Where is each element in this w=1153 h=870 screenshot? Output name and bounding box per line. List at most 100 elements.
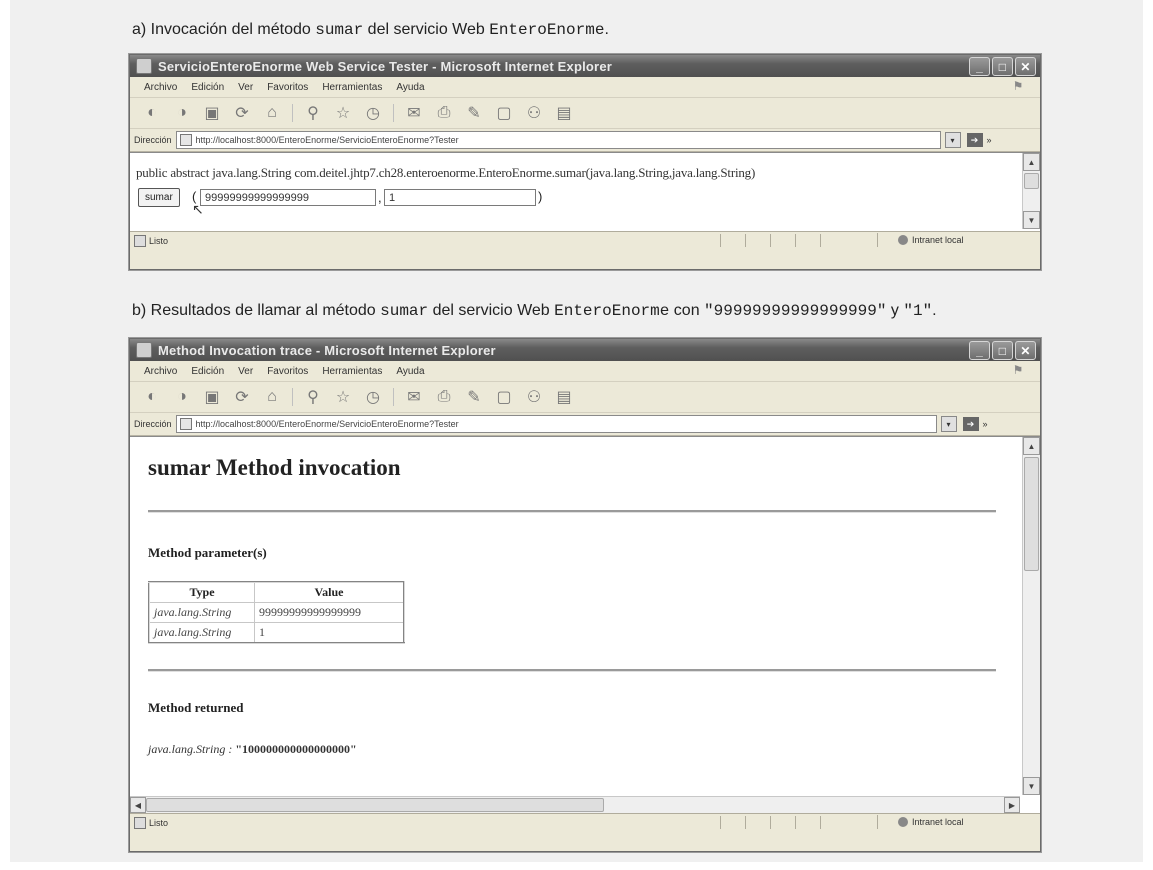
search-icon[interactable]: ⚲ bbox=[303, 103, 323, 123]
toolbar: ◐ ◑ ▣ ⟳ ⌂ ⚲ ☆ ◷ ✉ ⎙ ✎ ▢ ⚇ ▤ bbox=[130, 382, 1040, 413]
scroll-up-icon[interactable]: ▲ bbox=[1023, 153, 1040, 171]
maximize-icon[interactable]: □ bbox=[992, 57, 1013, 76]
caption-b-prefix: b) Resultados de llamar al método bbox=[132, 302, 381, 319]
address-bar: Dirección http://localhost:8000/EnteroEn… bbox=[130, 413, 1040, 436]
scroll-thumb[interactable] bbox=[1024, 457, 1039, 571]
back-icon[interactable]: ◐ bbox=[142, 388, 162, 406]
menu-bar: Archivo Edición Ver Favoritos Herramient… bbox=[130, 361, 1040, 382]
discuss-icon[interactable]: ▢ bbox=[494, 103, 514, 123]
go-chevron-icon[interactable]: » bbox=[987, 135, 992, 145]
back-icon[interactable]: ◐ bbox=[142, 104, 162, 122]
page-icon bbox=[179, 418, 192, 430]
menu-ver[interactable]: Ver bbox=[238, 82, 253, 93]
menu-edicion[interactable]: Edición bbox=[191, 82, 224, 93]
menu-herramientas[interactable]: Herramientas bbox=[322, 366, 382, 377]
row-type-cell: java.lang.String bbox=[148, 602, 255, 623]
print-icon[interactable]: ⎙ bbox=[434, 388, 454, 406]
toolbar: ◐ ◑ ▣ ⟳ ⌂ ⚲ ☆ ◷ ✉ ⎙ ✎ ▢ ⚇ ▤ bbox=[130, 98, 1040, 129]
hscroll-thumb[interactable] bbox=[146, 798, 604, 812]
status-cells bbox=[720, 816, 845, 829]
stop-icon[interactable]: ▣ bbox=[202, 387, 222, 407]
caption-b-service: EnteroEnorme bbox=[554, 302, 670, 320]
minimize-icon[interactable]: _ bbox=[969, 57, 990, 76]
divider bbox=[148, 669, 996, 672]
status-cells bbox=[720, 234, 845, 247]
minimize-icon[interactable]: _ bbox=[969, 341, 990, 360]
history-icon[interactable]: ◷ bbox=[363, 103, 383, 123]
param1-input[interactable]: 99999999999999999 bbox=[200, 189, 376, 206]
scroll-down-icon[interactable]: ▼ bbox=[1023, 211, 1040, 229]
maximize-icon[interactable]: □ bbox=[992, 341, 1013, 360]
caption-b-middle: del servicio Web bbox=[428, 302, 555, 319]
scroll-left-icon[interactable]: ◀ bbox=[130, 797, 146, 813]
menu-herramientas[interactable]: Herramientas bbox=[322, 82, 382, 93]
params-table-wrapper: Type Value java.lang.String 999999999999… bbox=[148, 581, 405, 644]
menu-bar: Archivo Edición Ver Favoritos Herramient… bbox=[130, 77, 1040, 98]
go-chevron-icon[interactable]: » bbox=[983, 419, 988, 429]
address-dropdown-icon[interactable]: ▾ bbox=[944, 132, 961, 148]
column-header-type: Type bbox=[148, 581, 255, 603]
messenger-icon[interactable]: ⚇ bbox=[524, 387, 544, 407]
close-icon[interactable]: ✕ bbox=[1015, 341, 1036, 360]
history-icon[interactable]: ◷ bbox=[363, 387, 383, 407]
menu-favoritos[interactable]: Favoritos bbox=[267, 82, 308, 93]
title-bar[interactable]: Method Invocation trace - Microsoft Inte… bbox=[130, 339, 1040, 361]
favorites-icon[interactable]: ☆ bbox=[333, 387, 353, 407]
home-icon[interactable]: ⌂ bbox=[262, 104, 282, 122]
refresh-icon[interactable]: ⟳ bbox=[232, 387, 252, 407]
address-url: http://localhost:8000/EnteroEnorme/Servi… bbox=[195, 135, 459, 145]
window-controls: _ □ ✕ bbox=[969, 341, 1036, 360]
address-dropdown-icon[interactable]: ▾ bbox=[940, 416, 957, 432]
scroll-right-icon[interactable]: ▶ bbox=[1004, 797, 1020, 813]
mouse-cursor-icon: ↖ bbox=[192, 201, 204, 217]
vertical-scrollbar[interactable]: ▲ ▼ bbox=[1022, 437, 1040, 795]
horizontal-scrollbar[interactable]: ◀ ▶ bbox=[130, 796, 1020, 813]
address-url: http://localhost:8000/EnteroEnorme/Servi… bbox=[195, 419, 459, 429]
scroll-thumb[interactable] bbox=[1024, 173, 1039, 189]
menu-archivo[interactable]: Archivo bbox=[144, 82, 177, 93]
caption-a-prefix: a) Invocación del método bbox=[132, 21, 316, 38]
menu-ver[interactable]: Ver bbox=[238, 366, 253, 377]
title-bar[interactable]: ServicioEnteroEnorme Web Service Tester … bbox=[130, 55, 1040, 77]
vertical-scrollbar[interactable]: ▲ ▼ bbox=[1022, 153, 1040, 229]
menu-edicion[interactable]: Edición bbox=[191, 366, 224, 377]
mail-icon[interactable]: ✉ bbox=[404, 387, 424, 407]
address-bar: Dirección http://localhost:8000/EnteroEn… bbox=[130, 129, 1040, 152]
address-input[interactable]: http://localhost:8000/EnteroEnorme/Servi… bbox=[175, 415, 937, 433]
menu-favoritos[interactable]: Favoritos bbox=[267, 366, 308, 377]
search-icon[interactable]: ⚲ bbox=[303, 387, 323, 407]
refresh-icon[interactable]: ⟳ bbox=[232, 103, 252, 123]
zone-text: Intranet local bbox=[912, 817, 964, 827]
stop-icon[interactable]: ▣ bbox=[202, 103, 222, 123]
edit-icon[interactable]: ✎ bbox=[464, 387, 484, 407]
menu-ayuda[interactable]: Ayuda bbox=[396, 366, 424, 377]
favorites-icon[interactable]: ☆ bbox=[333, 103, 353, 123]
forward-icon[interactable]: ◑ bbox=[172, 388, 192, 406]
close-icon[interactable]: ✕ bbox=[1015, 57, 1036, 76]
divider bbox=[148, 510, 996, 513]
address-input[interactable]: http://localhost:8000/EnteroEnorme/Servi… bbox=[175, 131, 941, 149]
research-icon[interactable]: ▤ bbox=[554, 103, 574, 123]
research-icon[interactable]: ▤ bbox=[554, 387, 574, 407]
caption-a: a) Invocación del método sumar del servi… bbox=[132, 21, 609, 39]
messenger-icon[interactable]: ⚇ bbox=[524, 103, 544, 123]
menu-ayuda[interactable]: Ayuda bbox=[396, 82, 424, 93]
param2-input[interactable]: 1 bbox=[384, 189, 536, 206]
param1-value: 99999999999999999 bbox=[205, 191, 310, 204]
discuss-icon[interactable]: ▢ bbox=[494, 387, 514, 407]
page-content: sumar Method invocation Method parameter… bbox=[130, 436, 1040, 813]
go-arrow-icon[interactable]: ➔ bbox=[966, 133, 983, 147]
scroll-up-icon[interactable]: ▲ bbox=[1023, 437, 1040, 455]
forward-icon[interactable]: ◑ bbox=[172, 104, 192, 122]
scroll-down-icon[interactable]: ▼ bbox=[1023, 777, 1040, 795]
go-arrow-icon[interactable]: ➔ bbox=[962, 417, 979, 431]
edit-icon[interactable]: ✎ bbox=[464, 103, 484, 123]
home-icon[interactable]: ⌂ bbox=[262, 388, 282, 406]
print-icon[interactable]: ⎙ bbox=[434, 104, 454, 122]
sumar-button[interactable]: sumar bbox=[138, 188, 180, 207]
address-label: Dirección bbox=[134, 419, 172, 429]
table-row: java.lang.String 99999999999999999 bbox=[148, 602, 405, 623]
mail-icon[interactable]: ✉ bbox=[404, 103, 424, 123]
menu-archivo[interactable]: Archivo bbox=[144, 366, 177, 377]
caption-b-con: con bbox=[669, 302, 705, 319]
